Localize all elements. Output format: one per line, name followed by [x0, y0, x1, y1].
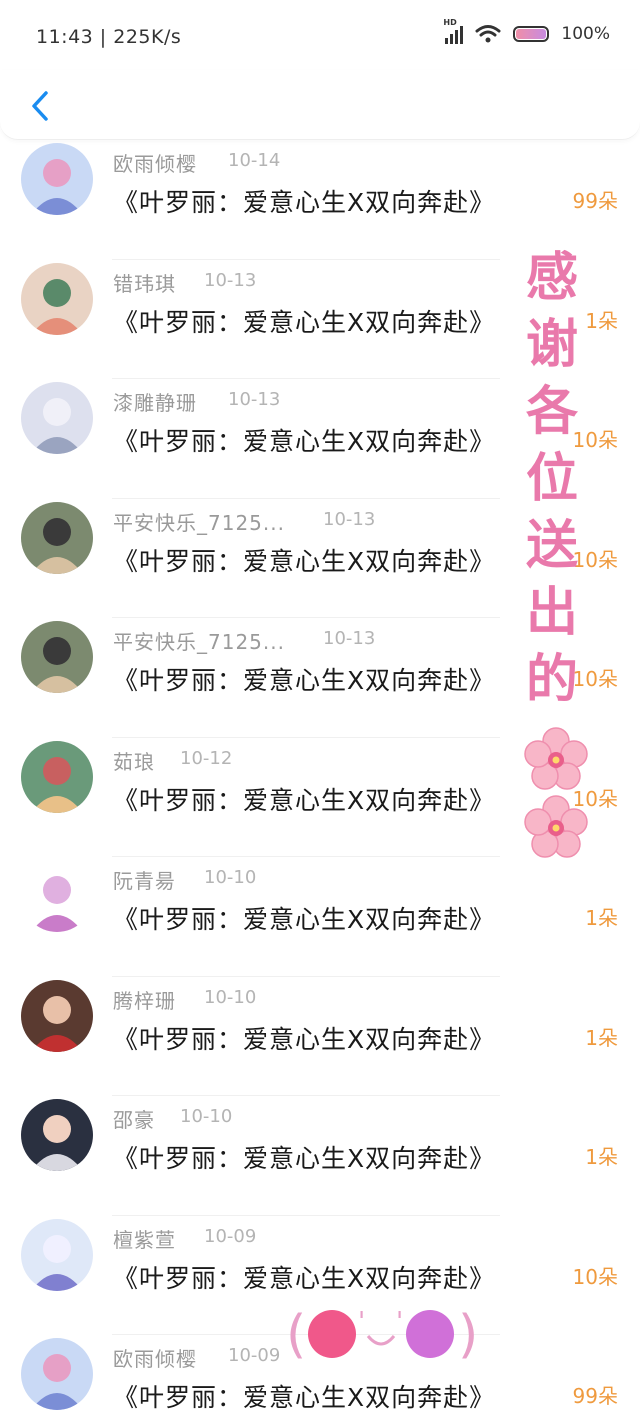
status-bar: 11:43 | 225K/s HD 100%: [0, 0, 640, 70]
signal-icon: HD: [443, 18, 464, 44]
work-title: 《叶罗丽：爱意心生X双向奔赴》: [113, 1383, 496, 1412]
user-name: 腾梓珊: [113, 988, 176, 1013]
user-name: 漆雕静珊: [113, 391, 197, 415]
work-title: 《叶罗丽：爱意心生X双向奔赴》: [113, 1144, 496, 1173]
battery-percent: 100%: [561, 24, 610, 44]
work-title: 《叶罗丽：爱意心生X双向奔赴》: [113, 785, 496, 815]
gift-count: 1朵: [585, 906, 618, 930]
avatar[interactable]: [21, 860, 93, 932]
user-name: 错玮琪: [113, 271, 176, 296]
user-name: 檀紫萱: [113, 1227, 176, 1252]
avatar-image-icon: [21, 501, 93, 574]
work-title: 《叶罗丽：爱意心生X双向奔赴》: [113, 1024, 496, 1054]
svg-text:): ): [458, 1305, 476, 1365]
gift-date: 10-10: [180, 1106, 233, 1127]
svg-text:(: (: [286, 1305, 306, 1365]
avatar[interactable]: [21, 740, 93, 813]
user-name: 茹琅: [113, 749, 155, 774]
gift-date: 10-14: [228, 150, 281, 171]
user-name: 平安快乐_7125...: [113, 510, 285, 535]
avatar[interactable]: [21, 501, 93, 574]
svg-text:': ': [358, 1307, 365, 1337]
overlay-char: 各: [525, 382, 578, 442]
top-bar: [0, 70, 640, 140]
user-name: 阮青昜: [113, 869, 176, 893]
network-label: HD: [443, 18, 457, 27]
avatar-image-icon: [21, 382, 93, 454]
gift-list-item[interactable]: 阮青昜 10-10 《叶罗丽：爱意心生X双向奔赴》 1朵: [0, 857, 640, 977]
avatar-image-icon: [21, 1099, 93, 1171]
sakura-flower-icon: [524, 727, 588, 790]
gift-count: 99朵: [572, 189, 618, 213]
work-title: 《叶罗丽：爱意心生X双向奔赴》: [113, 188, 496, 217]
gift-list-item[interactable]: 欧雨倾樱 10-14 《叶罗丽：爱意心生X双向奔赴》 99朵: [0, 140, 640, 260]
gift-date: 10-10: [204, 986, 257, 1008]
avatar[interactable]: [21, 1338, 93, 1410]
svg-text:': ': [396, 1307, 403, 1337]
thanks-overlay-text: 感谢各位送出的: [520, 245, 584, 714]
gift-list-item[interactable]: 腾梓珊 10-10 《叶罗丽：爱意心生X双向奔赴》 1朵: [0, 977, 640, 1096]
user-name: 邵豪: [113, 1108, 155, 1132]
work-title: 《叶罗丽：爱意心生X双向奔赴》: [113, 1263, 496, 1293]
avatar-image-icon: [21, 740, 93, 813]
status-icons: HD 100%: [443, 18, 610, 44]
overlay-char: 送: [525, 516, 578, 576]
avatar-image-icon: [21, 979, 93, 1052]
gift-date: 10-13: [204, 269, 257, 291]
avatar[interactable]: [21, 143, 93, 215]
overlay-char: 谢: [525, 315, 578, 375]
sakura-flower-icon: [524, 795, 588, 858]
user-name: 欧雨倾樱: [113, 152, 197, 176]
gift-date: 10-12: [180, 747, 233, 769]
avatar[interactable]: [21, 262, 93, 335]
user-name: 欧雨倾樱: [113, 1347, 197, 1371]
gift-date: 10-09: [228, 1345, 281, 1366]
work-title: 《叶罗丽：爱意心生X双向奔赴》: [113, 546, 496, 576]
work-title: 《叶罗丽：爱意心生X双向奔赴》: [113, 427, 496, 456]
work-title: 《叶罗丽：爱意心生X双向奔赴》: [113, 307, 496, 337]
gift-count: 10朵: [572, 1264, 618, 1289]
user-name: 平安快乐_7125...: [113, 630, 285, 654]
avatar-image-icon: [21, 860, 93, 932]
overlay-char: 位: [525, 449, 578, 509]
avatar-image-icon: [21, 143, 93, 215]
kaomoji-sticker-icon: ( ' ' ): [286, 1305, 476, 1365]
gift-date: 10-13: [323, 508, 376, 530]
avatar[interactable]: [21, 1218, 93, 1291]
gift-count: 99朵: [572, 1384, 618, 1408]
overlay-char: 的: [525, 650, 578, 710]
avatar-image-icon: [21, 1338, 93, 1410]
gift-date: 10-13: [323, 628, 376, 649]
avatar-image-icon: [21, 262, 93, 335]
work-title: 《叶罗丽：爱意心生X双向奔赴》: [113, 666, 496, 695]
gift-date: 10-09: [204, 1225, 257, 1247]
gift-count: 1朵: [585, 1025, 618, 1050]
avatar[interactable]: [21, 382, 93, 454]
avatar[interactable]: [21, 979, 93, 1052]
work-title: 《叶罗丽：爱意心生X双向奔赴》: [113, 905, 496, 934]
back-button[interactable]: [20, 86, 60, 126]
wifi-icon: [475, 25, 501, 43]
gift-count: 1朵: [585, 308, 618, 333]
avatar-image-icon: [21, 1218, 93, 1291]
avatar[interactable]: [21, 621, 93, 693]
overlay-char: 出: [525, 583, 578, 643]
gift-count: 1朵: [585, 1145, 618, 1169]
chevron-left-icon: [32, 91, 48, 121]
overlay-char: 感: [525, 248, 578, 308]
gift-date: 10-10: [204, 867, 257, 888]
avatar-image-icon: [21, 621, 93, 693]
battery-icon: [513, 26, 550, 42]
gift-date: 10-13: [228, 389, 281, 410]
gift-list-item[interactable]: 邵豪 10-10 《叶罗丽：爱意心生X双向奔赴》 1朵: [0, 1096, 640, 1216]
avatar[interactable]: [21, 1099, 93, 1171]
status-time-speed: 11:43 | 225K/s: [36, 26, 182, 48]
